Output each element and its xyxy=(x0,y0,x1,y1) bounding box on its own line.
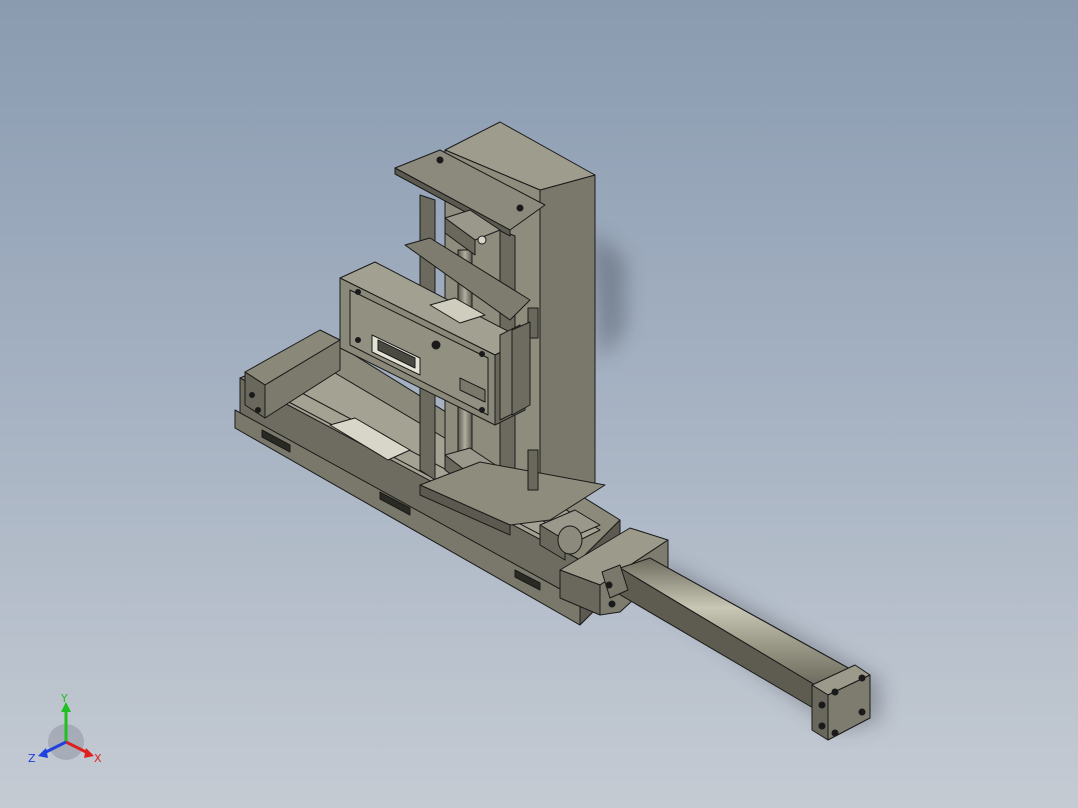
y-axis-label: Y xyxy=(60,692,68,705)
z-axis-head xyxy=(38,748,48,758)
z-axis-label: Z xyxy=(28,752,36,765)
cad-assembly-model[interactable] xyxy=(0,0,1078,808)
axis-triad[interactable]: Y X Z xyxy=(24,692,108,776)
x-axis-label: X xyxy=(94,752,102,765)
graphics-viewport[interactable]: Y X Z xyxy=(0,0,1078,808)
pneumatic-cylinder[interactable] xyxy=(559,527,871,741)
x-axis-head xyxy=(84,748,94,758)
